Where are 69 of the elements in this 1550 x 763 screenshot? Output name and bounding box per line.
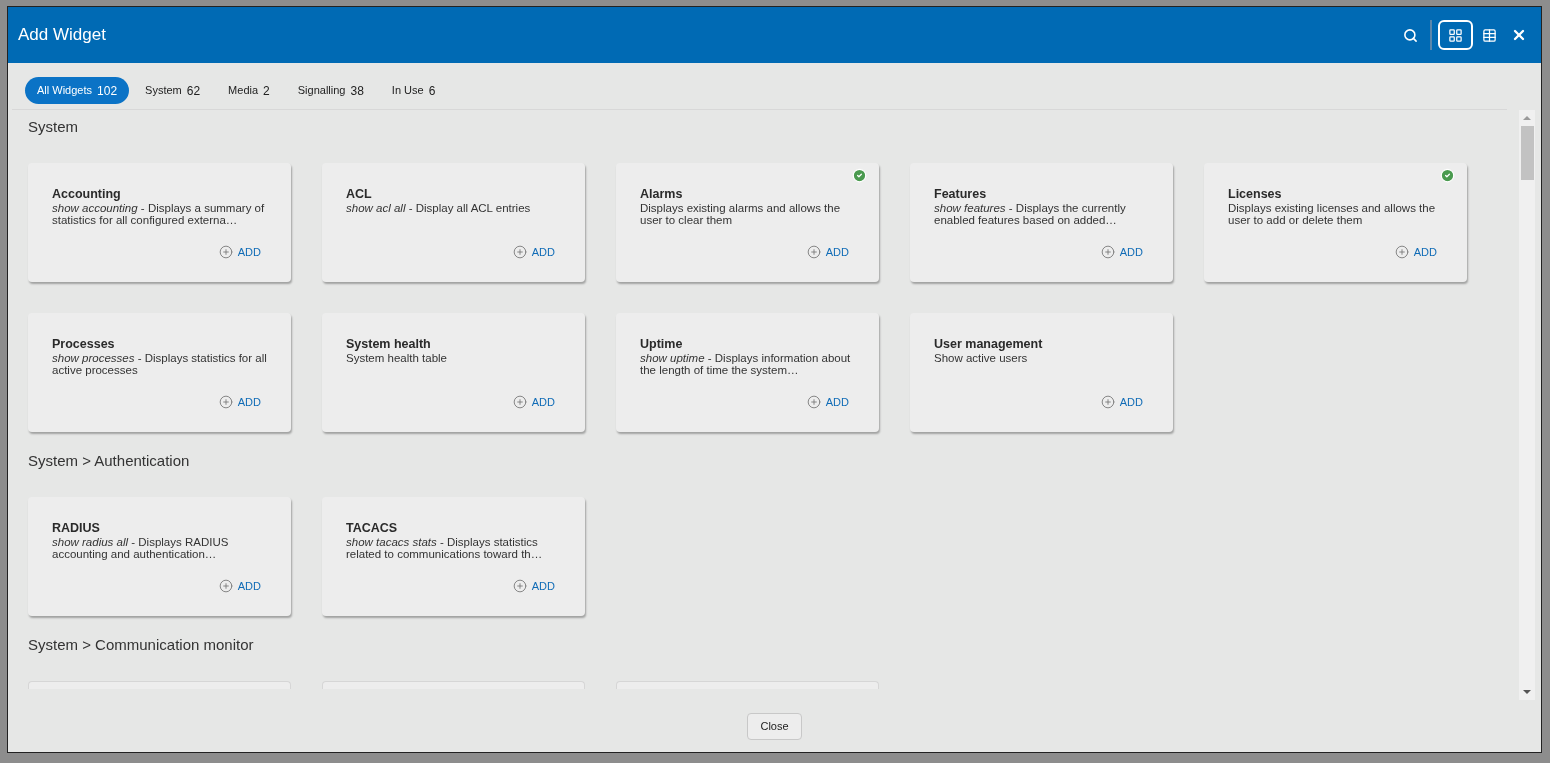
add-button[interactable]: ADD [806,394,849,411]
tab-count: 38 [350,82,364,100]
plus-icon [512,245,527,260]
footer-close-button[interactable]: Close [747,712,802,740]
tab-label: Media [228,83,259,99]
widget-description: show tacacs stats - Displays statistics related to communications toward th… [346,536,544,562]
plus-icon [1100,395,1115,410]
widget-description: show features - Displays the currently enabled features based on added… [934,202,1127,228]
plus-icon [1394,245,1409,260]
widget-title: Uptime [640,336,684,352]
widget-title: Alarms [640,186,684,202]
plus-icon [512,579,527,594]
add-button[interactable]: ADD [1100,244,1143,261]
close-icon [1511,27,1527,43]
tab-count: 102 [97,82,118,100]
section-heading: System > Authentication [28,451,191,471]
filter-tab[interactable]: Signalling 38 [285,77,376,104]
tab-count: 6 [428,82,436,100]
add-button[interactable]: ADD [218,394,261,411]
tab-label: In Use [391,83,424,99]
tab-count: 62 [186,82,201,100]
filter-tab[interactable]: All Widgets 102 [25,77,130,104]
add-button[interactable]: ADD [218,244,261,261]
plus-icon [218,579,233,594]
widget-title: Features [934,186,988,202]
add-button[interactable]: ADD [512,244,555,261]
widget-description: show radius all - Displays RADIUS accounting and authentication… [52,536,230,562]
widget-title: Processes [52,336,116,352]
grid-view-button[interactable] [1438,20,1473,50]
plus-icon [806,245,821,260]
add-button[interactable]: ADD [1100,394,1143,411]
add-button[interactable]: ADD [512,394,555,411]
widget-title: RADIUS [52,520,101,536]
widget-description: show accounting - Displays a summary of statistics for all configured externa… [52,202,266,228]
tab-label: All Widgets [37,83,93,99]
widget-description: show acl all - Display all ACL entries [346,202,532,216]
section-heading: System [28,117,79,137]
widget-description: Displays existing licenses and allows the user to add or delete them [1228,202,1437,228]
widget-title: ACL [346,186,373,202]
widget-title: Accounting [52,186,122,202]
widget-description: show uptime - Displays information about the length of time the system… [640,352,852,378]
filter-tab[interactable]: Media 2 [216,77,282,104]
filter-tab[interactable]: System 62 [133,77,213,104]
widget-description: System health table [346,352,448,366]
widget-description: show processes - Displays statistics for all active processes [52,352,267,378]
widget-title: Licenses [1228,186,1283,202]
search-icon [1402,27,1418,43]
tab-label: System [145,83,182,99]
plus-icon [1100,245,1115,260]
widget-description: Displays existing alarms and allows the user to clear them [640,202,842,228]
plus-icon [218,245,233,260]
plus-icon [512,395,527,410]
window-title: Add Widget [18,24,107,47]
add-button[interactable]: ADD [512,578,555,595]
widget-title: System health [346,336,432,352]
table-icon [1481,27,1497,43]
filter-tab[interactable]: In Use 6 [379,77,448,104]
widget-description: Show active users [934,352,1029,366]
add-button[interactable]: ADD [806,244,849,261]
tab-count: 2 [263,82,270,100]
widget-title: User management [934,336,1044,352]
plus-icon [806,395,821,410]
plus-icon [218,395,233,410]
widget-title: TACACS [346,520,399,536]
section-heading: System > Communication monitor [28,635,255,655]
add-button[interactable]: ADD [218,578,261,595]
tab-label: Signalling [297,83,346,99]
add-button[interactable]: ADD [1394,244,1437,261]
grid-icon [1448,27,1463,43]
